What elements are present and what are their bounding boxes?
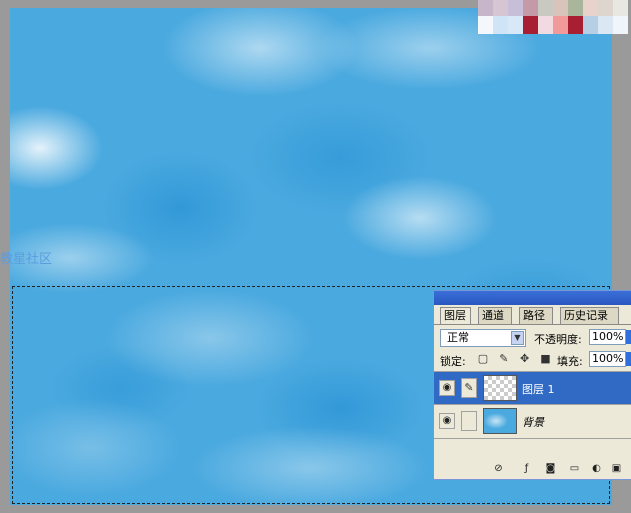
lock-icons: ▢ ✎ ✥ ■ <box>476 351 555 366</box>
opacity-label: 不透明度: <box>534 333 582 346</box>
color-swatch[interactable] <box>523 0 538 16</box>
opacity-slider-arrow-icon[interactable] <box>626 330 631 344</box>
fill-field[interactable]: 100% <box>589 351 626 367</box>
color-swatch[interactable] <box>508 0 523 16</box>
color-swatch[interactable] <box>478 0 493 16</box>
blend-mode-value: 正常 <box>447 331 469 344</box>
lock-move-icon[interactable]: ✥ <box>518 352 532 366</box>
add-mask-icon[interactable]: ◙ <box>544 462 557 475</box>
opacity-field[interactable]: 100% <box>589 329 626 345</box>
color-swatch[interactable] <box>553 16 568 34</box>
color-swatch[interactable] <box>508 16 523 34</box>
layers-list-bottom <box>434 438 631 439</box>
lock-brush-icon[interactable]: ✎ <box>497 352 511 366</box>
tab-layers[interactable]: 图层 <box>440 307 471 325</box>
eye-icon[interactable]: ◉ <box>439 413 455 429</box>
adjustment-layer-icon[interactable]: ◐ <box>590 462 603 475</box>
color-swatch[interactable] <box>568 0 583 16</box>
layers-palette: 图层 通道 路径 历史记录 正常 ▼ 不透明度: 100% 锁定: ▢ ✎ ✥ … <box>433 290 631 480</box>
watermark-text: 教星社区 <box>0 252 53 267</box>
color-swatch[interactable] <box>523 16 538 34</box>
color-swatch[interactable] <box>583 0 598 16</box>
fill-slider-arrow-icon[interactable] <box>626 352 631 366</box>
tab-channels[interactable]: 通道 <box>478 307 512 324</box>
color-swatch[interactable] <box>493 0 508 16</box>
color-swatch[interactable] <box>493 16 508 34</box>
palette-tabs: 图层 通道 路径 历史记录 <box>440 307 631 325</box>
palette-bottom-bar: ⊘ ƒ ◙ ▭ ◐ ▣ <box>434 459 631 479</box>
tab-paths[interactable]: 路径 <box>519 307 553 324</box>
chevron-down-icon[interactable]: ▼ <box>511 331 524 345</box>
new-group-icon[interactable]: ▭ <box>568 462 581 475</box>
color-swatch[interactable] <box>568 16 583 34</box>
fill-label: 填充: <box>557 355 583 368</box>
color-swatch[interactable] <box>598 0 613 16</box>
color-swatch[interactable] <box>583 16 598 34</box>
layer-row-background[interactable]: ◉ 背景 <box>434 405 631 437</box>
lock-label: 锁定: <box>440 355 466 368</box>
color-swatch[interactable] <box>598 16 613 34</box>
layer-row-layer1[interactable]: ◉ ✎ 图层 1 <box>434 372 631 404</box>
paintbrush-icon[interactable]: ✎ <box>461 378 477 398</box>
layer-name: 图层 1 <box>522 383 555 396</box>
color-swatch[interactable] <box>553 0 568 16</box>
layer-thumbnail <box>483 375 517 401</box>
color-swatch[interactable] <box>538 16 553 34</box>
color-swatch[interactable] <box>613 0 628 16</box>
layer-thumbnail <box>483 408 517 434</box>
color-swatch[interactable] <box>538 0 553 16</box>
layer-name: 背景 <box>522 416 544 429</box>
new-layer-icon[interactable]: ▣ <box>610 462 623 475</box>
tab-divider <box>434 324 631 325</box>
link-layers-icon[interactable]: ⊘ <box>492 462 505 475</box>
eye-icon[interactable]: ◉ <box>439 380 455 396</box>
lock-all-icon[interactable]: ■ <box>538 352 552 366</box>
palette-title-bar[interactable] <box>434 291 631 305</box>
lock-transparent-icon[interactable]: ▢ <box>476 352 490 366</box>
layer-style-icon[interactable]: ƒ <box>520 462 533 475</box>
blend-mode-select[interactable]: 正常 ▼ <box>440 329 526 347</box>
swatches-strip <box>478 0 631 34</box>
color-swatch[interactable] <box>478 16 493 34</box>
tab-history[interactable]: 历史记录 <box>560 307 619 324</box>
color-swatch[interactable] <box>613 16 628 34</box>
link-cell[interactable] <box>461 411 477 431</box>
